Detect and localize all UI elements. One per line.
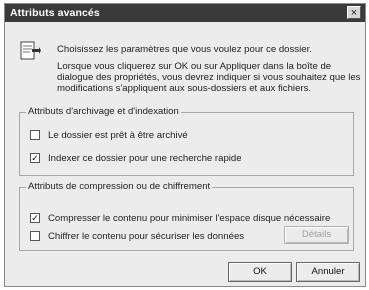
window-title: Attributs avancés xyxy=(10,7,100,19)
check-mark-icon: ✓ xyxy=(31,213,39,223)
advanced-attributes-dialog: Attributs avancés × Choisissez les param… xyxy=(4,3,366,287)
compress-checkbox[interactable]: ✓ xyxy=(30,213,40,223)
intro-text: Choisissez les paramètres que vous voule… xyxy=(57,44,312,55)
index-checkbox[interactable]: ✓ xyxy=(30,153,40,163)
encrypt-label[interactable]: Chiffrer le contenu pour sécuriser les d… xyxy=(48,231,244,242)
ok-button[interactable]: OK xyxy=(228,262,292,282)
compress-encrypt-legend: Attributs de compression ou de chiffreme… xyxy=(26,181,213,192)
compress-encrypt-group: Attributs de compression ou de chiffreme… xyxy=(19,181,354,251)
details-button[interactable]: Détails xyxy=(284,226,349,244)
archive-index-legend: Attributs d'archivage et d'indexation xyxy=(26,106,181,117)
index-label[interactable]: Indexer ce dossier pour une recherche ra… xyxy=(48,153,242,164)
archive-index-group: Attributs d'archivage et d'indexation Le… xyxy=(19,106,354,176)
close-button[interactable]: × xyxy=(347,6,361,19)
compress-label[interactable]: Compresser le contenu pour minimiser l'e… xyxy=(48,213,330,224)
apply-note-text: Lorsque vous cliquerez sur OK ou sur App… xyxy=(57,61,361,94)
check-mark-icon: ✓ xyxy=(31,153,39,163)
folder-properties-icon xyxy=(19,40,41,62)
archive-ready-checkbox[interactable] xyxy=(30,130,40,140)
title-bar: Attributs avancés × xyxy=(5,4,365,22)
archive-ready-label[interactable]: Le dossier est prêt à être archivé xyxy=(48,130,188,141)
cancel-button[interactable]: Annuler xyxy=(296,262,360,282)
encrypt-checkbox[interactable] xyxy=(30,231,40,241)
